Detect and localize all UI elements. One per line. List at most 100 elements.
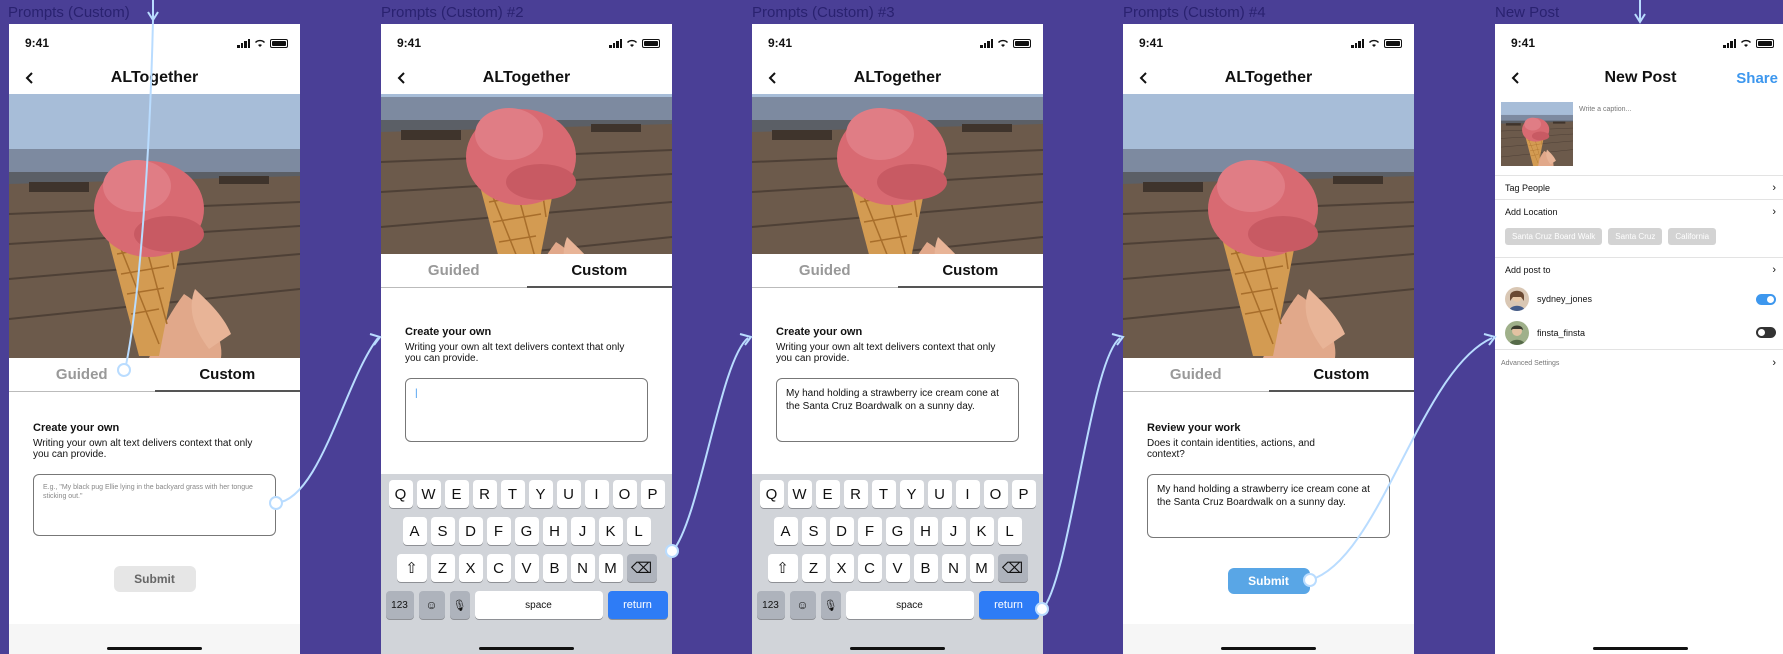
tag-people-row[interactable]: Tag People › <box>1495 176 1783 200</box>
key-u[interactable]: U <box>927 480 952 508</box>
emoji-key-icon[interactable]: ☺ <box>789 591 816 619</box>
alt-text-input[interactable]: | <box>405 378 648 442</box>
key-d[interactable]: D <box>458 517 483 545</box>
keyboard: QWERTYUIOP ASDFGHJKL ⇧ Z X C V B N M ⌫ 123 ☺ 🎙 s… <box>381 474 672 654</box>
key-s[interactable]: S <box>430 517 455 545</box>
location-chip[interactable]: Santa Cruz Board Walk <box>1505 228 1603 245</box>
key-b[interactable]: B <box>913 554 938 582</box>
add-location-row[interactable]: Add Location › <box>1495 200 1783 224</box>
share-button[interactable]: Share <box>1736 70 1778 87</box>
key-k[interactable]: K <box>598 517 623 545</box>
key-y[interactable]: Y <box>899 480 924 508</box>
key-o[interactable]: O <box>612 480 637 508</box>
microphone-key-icon[interactable]: 🎙 <box>820 591 841 619</box>
back-button[interactable] <box>1505 66 1525 90</box>
tab-guided[interactable]: Guided <box>9 358 155 391</box>
key-z[interactable]: Z <box>801 554 826 582</box>
key-x[interactable]: X <box>829 554 854 582</box>
back-button[interactable] <box>19 66 39 90</box>
shift-key-icon[interactable]: ⇧ <box>767 554 798 582</box>
key-t[interactable]: T <box>500 480 525 508</box>
tab-custom[interactable]: Custom <box>898 254 1044 287</box>
key-space[interactable]: space <box>845 591 974 619</box>
tab-guided[interactable]: Guided <box>381 254 527 287</box>
key-c[interactable]: C <box>857 554 882 582</box>
tab-custom[interactable]: Custom <box>1269 358 1415 391</box>
key-g[interactable]: G <box>514 517 539 545</box>
location-chip[interactable]: Santa Cruz <box>1608 228 1663 245</box>
backspace-key-icon[interactable]: ⌫ <box>626 554 657 582</box>
key-w[interactable]: W <box>416 480 441 508</box>
key-i[interactable]: I <box>584 480 609 508</box>
key-u[interactable]: U <box>556 480 581 508</box>
tab-guided[interactable]: Guided <box>752 254 898 287</box>
key-i[interactable]: I <box>955 480 980 508</box>
location-chip[interactable]: California <box>1668 228 1717 245</box>
key-e[interactable]: E <box>815 480 840 508</box>
key-f[interactable]: F <box>486 517 511 545</box>
key-c[interactable]: C <box>486 554 511 582</box>
alt-text-input[interactable]: E.g., "My black pug Ellie lying in the b… <box>33 474 276 536</box>
key-h[interactable]: H <box>542 517 567 545</box>
key-n[interactable]: N <box>570 554 595 582</box>
key-j[interactable]: J <box>570 517 595 545</box>
key-123[interactable]: 123 <box>756 591 785 619</box>
advanced-settings-row[interactable]: Advanced Settings › <box>1495 350 1783 376</box>
key-h[interactable]: H <box>913 517 938 545</box>
key-b[interactable]: B <box>542 554 567 582</box>
back-button[interactable] <box>762 66 782 90</box>
key-return[interactable]: return <box>978 591 1039 619</box>
add-post-to-row[interactable]: Add post to › <box>1495 258 1783 282</box>
key-w[interactable]: W <box>787 480 812 508</box>
tab-custom[interactable]: Custom <box>155 358 301 391</box>
account-toggle[interactable] <box>1756 327 1776 338</box>
key-t[interactable]: T <box>871 480 896 508</box>
submit-button[interactable]: Submit <box>1227 568 1310 594</box>
key-r[interactable]: R <box>843 480 868 508</box>
shift-key-icon[interactable]: ⇧ <box>396 554 427 582</box>
key-d[interactable]: D <box>829 517 854 545</box>
key-return[interactable]: return <box>607 591 668 619</box>
key-m[interactable]: M <box>598 554 623 582</box>
key-o[interactable]: O <box>983 480 1008 508</box>
key-a[interactable]: A <box>773 517 798 545</box>
alt-text-input[interactable]: My hand holding a strawberry ice cream c… <box>776 378 1019 442</box>
submit-button[interactable]: Submit <box>113 566 196 592</box>
section-title: Create your own <box>405 326 492 338</box>
key-e[interactable]: E <box>444 480 469 508</box>
key-l[interactable]: L <box>626 517 651 545</box>
key-y[interactable]: Y <box>528 480 553 508</box>
key-m[interactable]: M <box>969 554 994 582</box>
key-g[interactable]: G <box>885 517 910 545</box>
key-f[interactable]: F <box>857 517 882 545</box>
emoji-key-icon[interactable]: ☺ <box>418 591 445 619</box>
tab-guided[interactable]: Guided <box>1123 358 1269 391</box>
key-l[interactable]: L <box>997 517 1022 545</box>
key-space[interactable]: space <box>474 591 603 619</box>
back-button[interactable] <box>1133 66 1153 90</box>
key-n[interactable]: N <box>941 554 966 582</box>
key-a[interactable]: A <box>402 517 427 545</box>
key-r[interactable]: R <box>472 480 497 508</box>
section-description: Writing your own alt text delivers conte… <box>405 342 625 364</box>
key-p[interactable]: P <box>1011 480 1036 508</box>
alt-text-input[interactable]: My hand holding a strawberry ice cream c… <box>1147 474 1390 538</box>
key-p[interactable]: P <box>640 480 665 508</box>
back-button[interactable] <box>391 66 411 90</box>
tab-custom[interactable]: Custom <box>527 254 673 287</box>
key-z[interactable]: Z <box>430 554 455 582</box>
key-x[interactable]: X <box>458 554 483 582</box>
caption-input[interactable]: Write a caption... <box>1579 106 1631 167</box>
key-v[interactable]: V <box>885 554 910 582</box>
key-q[interactable]: Q <box>388 480 413 508</box>
microphone-key-icon[interactable]: 🎙 <box>449 591 470 619</box>
key-123[interactable]: 123 <box>385 591 414 619</box>
key-s[interactable]: S <box>801 517 826 545</box>
home-indicator <box>850 647 945 650</box>
account-toggle[interactable] <box>1756 293 1776 305</box>
key-k[interactable]: K <box>969 517 994 545</box>
key-q[interactable]: Q <box>759 480 784 508</box>
key-v[interactable]: V <box>514 554 539 582</box>
backspace-key-icon[interactable]: ⌫ <box>997 554 1028 582</box>
key-j[interactable]: J <box>941 517 966 545</box>
